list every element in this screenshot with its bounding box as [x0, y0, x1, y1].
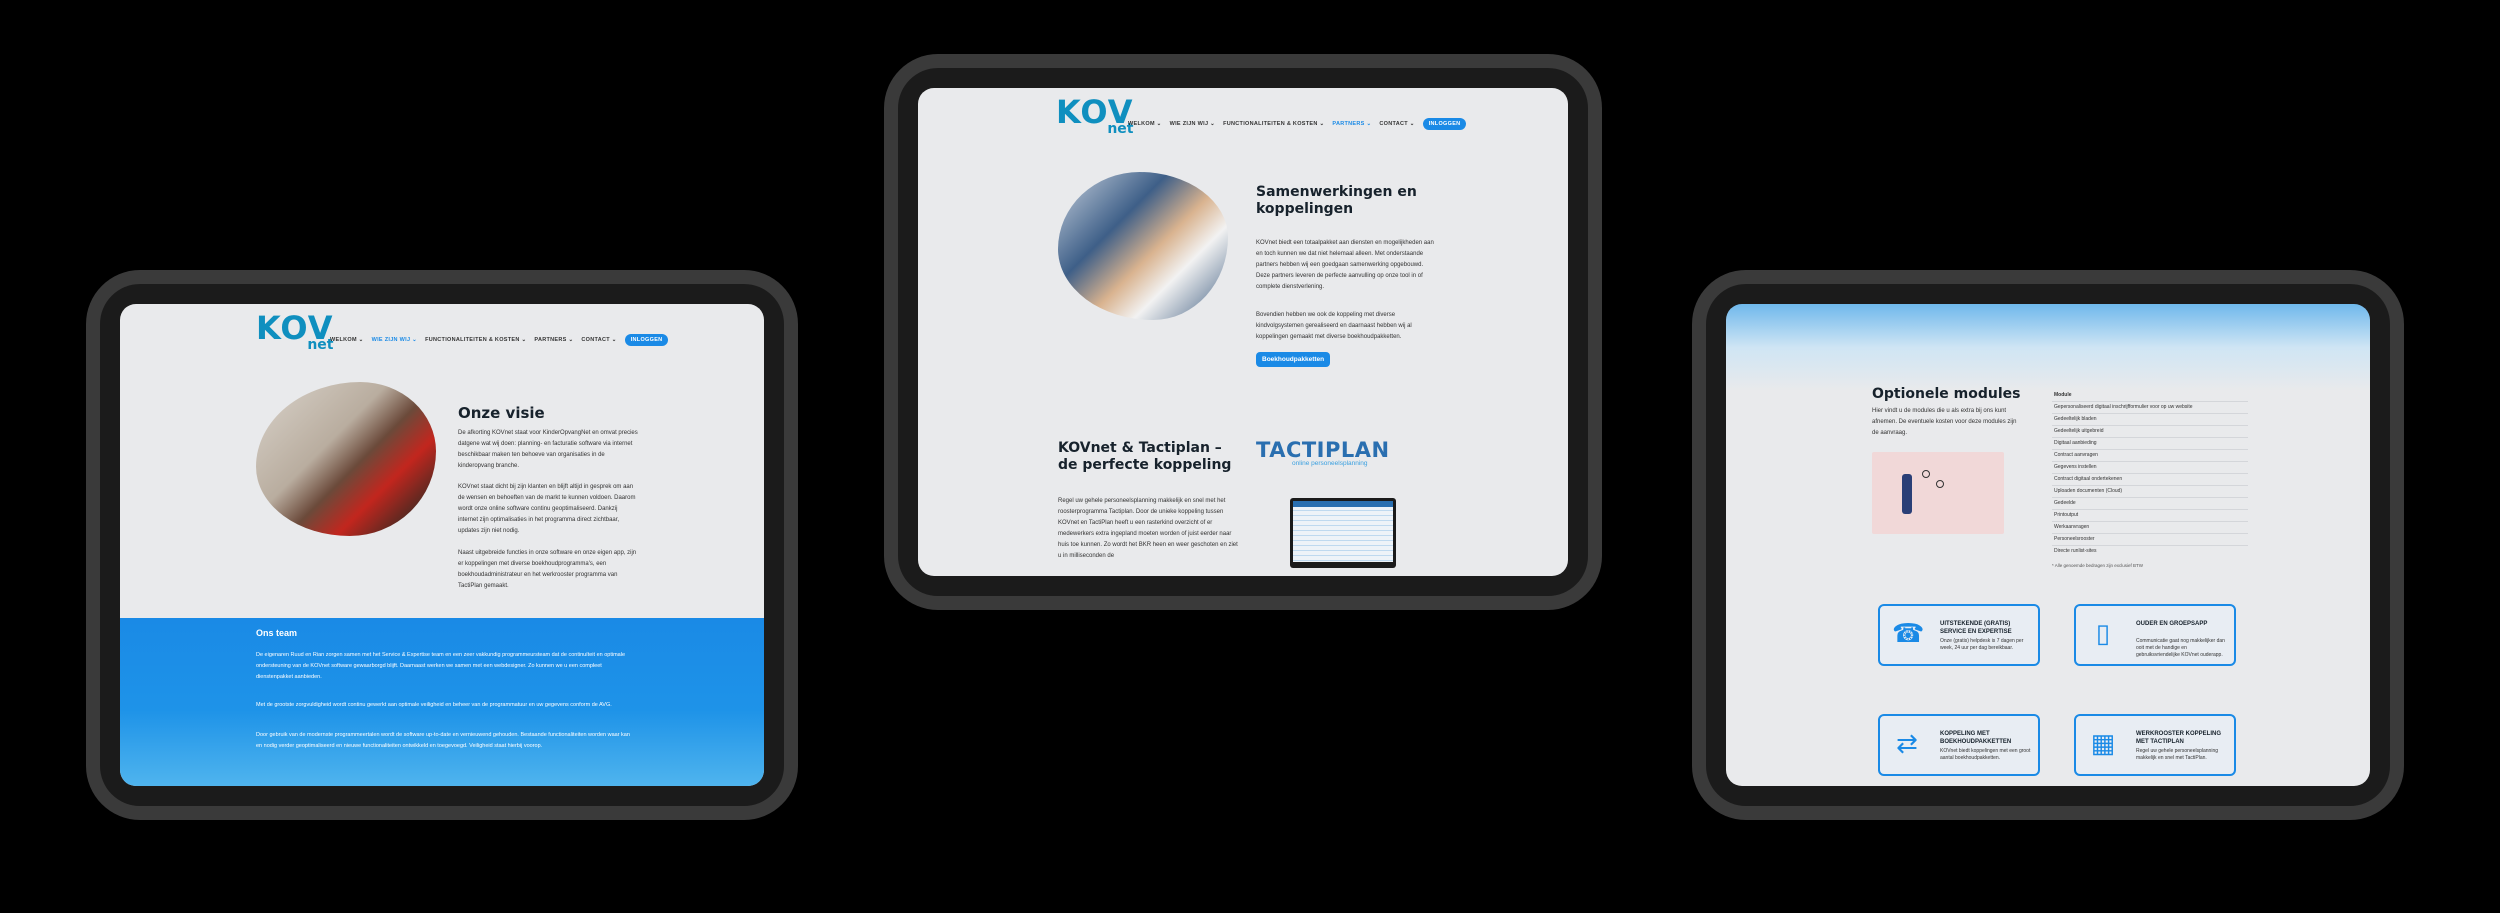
modules-intro: Hier vindt u de modules die u als extra …	[1872, 408, 2017, 436]
feature-card-boekhoud[interactable]: ⇄ KOPPELING MET BOEKHOUDPAKKETTEN KOVnet…	[1878, 714, 2040, 776]
login-button[interactable]: INLOGGEN	[1422, 118, 1467, 130]
table-row: Printoutput	[2052, 509, 2248, 521]
modules-table: Module Gepersonaliseerd digitaal inschri…	[2052, 390, 2248, 568]
table-row: Gedeelde	[2052, 497, 2248, 509]
table-row: Gegevens instellen	[2052, 461, 2248, 473]
table-row: Directe runlist-sites	[2052, 545, 2248, 557]
sync-documents-icon: ⇄	[1896, 728, 1918, 758]
kovnet-logo[interactable]: KOV net	[1056, 96, 1133, 136]
nav-welkom[interactable]: WELKOM ⌄	[330, 337, 364, 343]
mobile-phone-icon: ▯	[2095, 618, 2111, 648]
tactiplan-title: KOVnet & Tactiplan – de perfecte koppeli…	[1058, 440, 1232, 473]
tactiplan-paragraph: Regel uw gehele personeelsplanning makke…	[1058, 498, 1238, 559]
illustration	[1872, 452, 2004, 534]
modules-title: Optionele modules	[1872, 386, 2021, 402]
boekhoud-button[interactable]: Boekhoudpakketten	[1256, 348, 1331, 367]
login-button[interactable]: INLOGGEN	[624, 334, 669, 346]
feature-card-app[interactable]: ▯ OUDER EN GROEPSAPP Communicatie gaat n…	[2074, 604, 2236, 666]
tactiplan-logo[interactable]: TACTIPLAN online personeelsplanning	[1256, 438, 1390, 467]
team-paragraph-2: Met de grootste zorgvuldigheid wordt con…	[256, 702, 612, 708]
nav-functionaliteiten[interactable]: FUNCTIONALITEITEN & KOSTEN ⌄	[425, 337, 526, 343]
table-header: Module	[2054, 392, 2072, 398]
nav-welkom[interactable]: WELKOM ⌄	[1128, 121, 1162, 127]
feature-card-service[interactable]: ☎ UITSTEKENDE (GRATIS) SERVICE EN EXPERT…	[1878, 604, 2040, 666]
nav-wie-zijn-wij[interactable]: WIE ZIJN WIJ ⌄	[372, 337, 417, 343]
team-section: Ons team De eigenaren Ruud en Rian zorge…	[120, 618, 764, 786]
screen-left: KOV net WELKOM ⌄ WIE ZIJN WIJ ⌄ FUNCTION…	[120, 304, 764, 786]
nav-contact[interactable]: CONTACT ⌄	[1379, 121, 1414, 127]
table-row: Personeelsrooster	[2052, 533, 2248, 545]
team-photo	[1058, 172, 1228, 320]
monitor-screenshot	[1290, 498, 1396, 568]
table-row: Werkaanvragen	[2052, 521, 2248, 533]
partners-paragraph-1: KOVnet biedt een totaalpakket aan dienst…	[1256, 240, 1434, 290]
tablet-right: Optionele modules Hier vindt u de module…	[1706, 284, 2390, 806]
kovnet-logo[interactable]: KOV net	[256, 312, 333, 352]
main-nav: WELKOM ⌄ WIE ZIJN WIJ ⌄ FUNCTIONALITEITE…	[330, 334, 669, 346]
main-nav: WELKOM ⌄ WIE ZIJN WIJ ⌄ FUNCTIONALITEITE…	[1128, 118, 1467, 130]
tablet-left: KOV net WELKOM ⌄ WIE ZIJN WIJ ⌄ FUNCTION…	[100, 284, 784, 806]
nav-functionaliteiten[interactable]: FUNCTIONALITEITEN & KOSTEN ⌄	[1223, 121, 1324, 127]
woman-photo	[256, 382, 436, 536]
screen-center: KOV net WELKOM ⌄ WIE ZIJN WIJ ⌄ FUNCTION…	[918, 88, 1568, 576]
table-row: Contract digitaal ondertekenen	[2052, 473, 2248, 485]
table-row: Uploaden documenten (Cloud)	[2052, 485, 2248, 497]
site-header: KOV net WELKOM ⌄ WIE ZIJN WIJ ⌄ FUNCTION…	[120, 304, 764, 364]
partners-paragraph-2: Bovendien hebben we ook de koppeling met…	[1256, 312, 1412, 340]
table-row: Gepersonaliseerd digitaal inschrijfformu…	[2052, 401, 2248, 413]
table-note: * Alle genoemde bedragen zijn exclusief …	[2052, 563, 2144, 568]
nav-partners[interactable]: PARTNERS ⌄	[534, 337, 573, 343]
table-row: Contract aanvragen	[2052, 449, 2248, 461]
nav-partners[interactable]: PARTNERS ⌄	[1332, 121, 1371, 127]
nav-wie-zijn-wij[interactable]: WIE ZIJN WIJ ⌄	[1170, 121, 1215, 127]
team-title: Ons team	[256, 628, 298, 638]
support-agent-icon: ☎	[1892, 618, 1925, 648]
tablet-center: KOV net WELKOM ⌄ WIE ZIJN WIJ ⌄ FUNCTION…	[898, 68, 1588, 596]
table-row: Digitaal aanbieding	[2052, 437, 2248, 449]
table-row: Gedeeltelijk uitgebreid	[2052, 425, 2248, 437]
section-title: Onze visie	[458, 404, 545, 422]
screen-right: Optionele modules Hier vindt u de module…	[1726, 304, 2370, 786]
table-row: Gedeeltelijk bladen	[2052, 413, 2248, 425]
vision-paragraph-3: Naast uitgebreide functies in onze softw…	[458, 550, 637, 589]
vision-paragraph-2: KOVnet staat dicht bij zijn klanten en b…	[458, 484, 636, 534]
feature-card-tactiplan[interactable]: ▦ WERKROOSTER KOPPELING MET TACTIPLAN Re…	[2074, 714, 2236, 776]
team-paragraph-1: De eigenaren Ruud en Rian zorgen samen m…	[256, 652, 626, 680]
vision-paragraph-1: De afkorting KOVnet staat voor KinderOpv…	[458, 430, 638, 469]
nav-contact[interactable]: CONTACT ⌄	[581, 337, 616, 343]
team-paragraph-3: Door gebruik van de modernste programmee…	[256, 732, 630, 749]
site-header: KOV net WELKOM ⌄ WIE ZIJN WIJ ⌄ FUNCTION…	[918, 88, 1568, 148]
section-title: Samenwerkingen en koppelingen	[1256, 184, 1417, 217]
calendar-icon: ▦	[2090, 728, 2116, 758]
